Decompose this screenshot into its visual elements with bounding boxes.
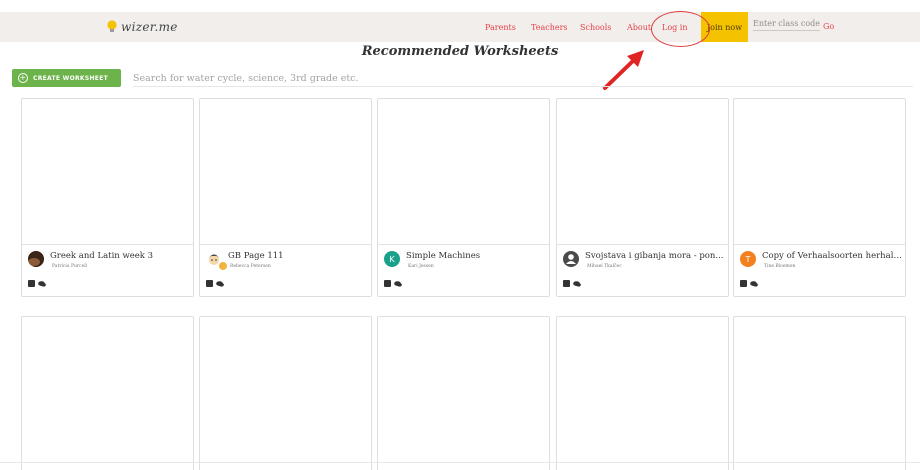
nav-parents-link[interactable]: Parents	[485, 12, 516, 42]
card-actions	[28, 280, 46, 287]
worksheet-type-icon	[384, 280, 391, 287]
worksheet-card[interactable]	[733, 316, 906, 470]
worksheet-title[interactable]: Greek and Latin week 3	[50, 251, 191, 261]
worksheet-card[interactable]: Svojstava i gibanja mora - pon... Mihael…	[556, 98, 729, 297]
card-actions	[384, 280, 402, 287]
worksheet-title[interactable]: Simple Machines	[406, 251, 547, 261]
lightbulb-icon	[107, 20, 117, 32]
card-actions	[206, 280, 224, 287]
top-navigation-bar: wizer.me Parents Teachers Schools About …	[0, 12, 920, 42]
avatar: T	[740, 251, 756, 267]
worksheet-card[interactable]	[377, 316, 550, 470]
worksheet-title[interactable]: Svojstava i gibanja mora - pon...	[585, 251, 726, 261]
worksheet-card[interactable]: Greek and Latin week 3 Patricia Purcell	[21, 98, 194, 297]
login-highlight-circle	[651, 11, 710, 47]
avatar-photo-icon	[28, 251, 44, 267]
search-input[interactable]	[133, 70, 913, 87]
wizer-logo[interactable]: wizer.me	[106, 20, 178, 34]
comments-icon[interactable]	[216, 280, 224, 287]
create-worksheet-label: CREATE WORKSHEET	[33, 74, 109, 82]
worksheet-card[interactable]: GB Page 111 Rebecca Petersen	[199, 98, 372, 297]
nav-teachers-link[interactable]: Teachers	[531, 12, 568, 42]
worksheet-author: Tine Bloemen	[764, 264, 796, 269]
worksheet-author: Mihael Tkalčec	[587, 264, 622, 269]
comments-icon[interactable]	[394, 280, 402, 287]
worksheet-type-icon	[28, 280, 35, 287]
create-worksheet-button[interactable]: + CREATE WORKSHEET	[12, 69, 121, 87]
worksheet-card[interactable]: K Simple Machines Kari Jessen	[377, 98, 550, 297]
nav-schools-link[interactable]: Schools	[580, 12, 611, 42]
worksheet-card[interactable]	[199, 316, 372, 470]
comments-icon[interactable]	[38, 280, 46, 287]
worksheet-type-icon	[206, 280, 213, 287]
class-code-input[interactable]: Enter class code	[753, 19, 821, 31]
plus-icon: +	[18, 73, 28, 83]
default-user-icon	[566, 254, 576, 264]
comments-icon[interactable]	[573, 280, 581, 287]
worksheet-thumbnail[interactable]	[734, 99, 905, 245]
footer-divider	[0, 462, 920, 463]
worksheet-type-icon	[563, 280, 570, 287]
worksheet-author: Patricia Purcell	[52, 264, 88, 269]
go-button[interactable]: Go	[823, 22, 834, 31]
nav-about-link[interactable]: About	[627, 12, 651, 42]
card-actions	[740, 280, 758, 287]
avatar	[563, 251, 579, 267]
page-title: Recommended Worksheets	[361, 44, 559, 59]
brand-name: wizer.me	[121, 20, 178, 34]
card-actions	[563, 280, 581, 287]
worksheet-thumbnail[interactable]	[22, 99, 193, 245]
avatar	[28, 251, 44, 267]
worksheet-type-icon	[740, 280, 747, 287]
worksheet-card[interactable]	[556, 316, 729, 470]
comments-icon[interactable]	[750, 280, 758, 287]
worksheet-thumbnail[interactable]	[200, 99, 371, 245]
worksheet-author: Kari Jessen	[408, 264, 434, 269]
worksheet-title[interactable]: Copy of Verhaalsoorten herhali...	[762, 251, 903, 261]
worksheet-author: Rebecca Petersen	[230, 264, 271, 269]
worksheet-thumbnail[interactable]	[557, 99, 728, 245]
worksheet-title[interactable]: GB Page 111	[228, 251, 369, 261]
worksheet-card[interactable]: T Copy of Verhaalsoorten herhali... Tine…	[733, 98, 906, 297]
worksheet-thumbnail[interactable]	[378, 99, 549, 245]
worksheet-card[interactable]	[21, 316, 194, 470]
avatar: K	[384, 251, 400, 267]
award-badge-icon	[218, 261, 228, 271]
